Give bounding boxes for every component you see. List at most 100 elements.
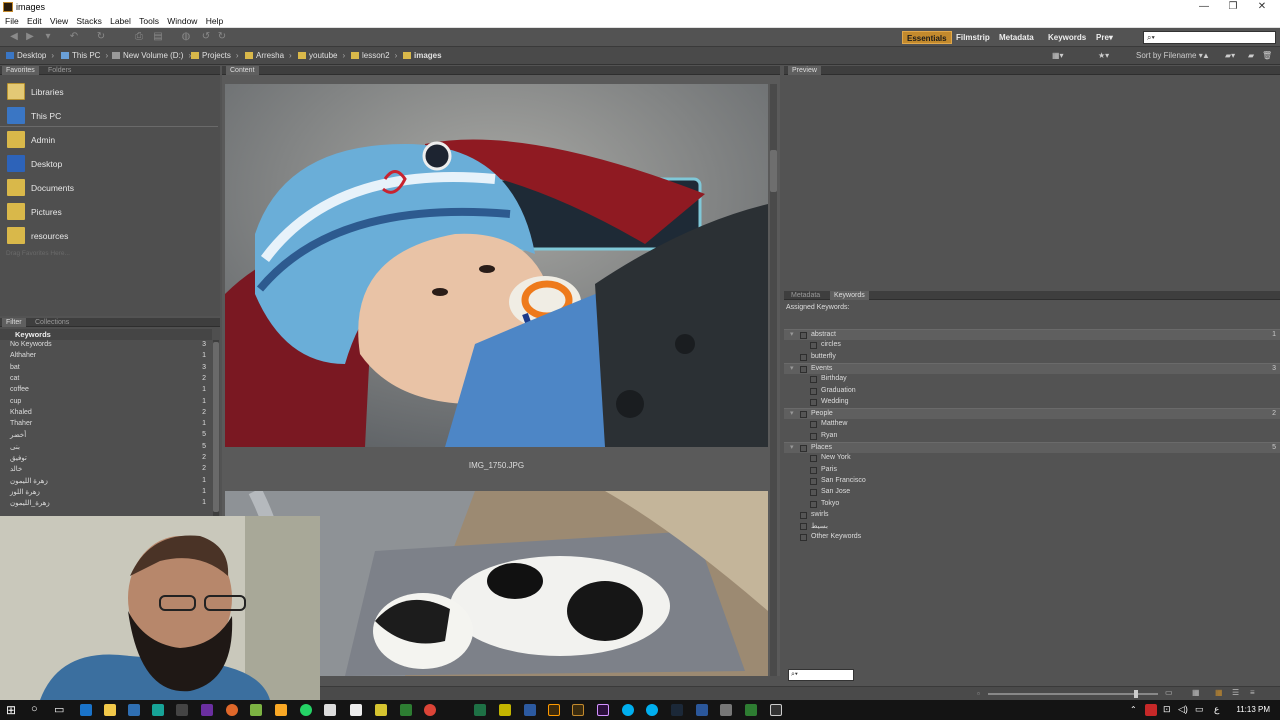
- search-input[interactable]: ⌕▾: [1143, 31, 1276, 44]
- breadcrumb-volume[interactable]: New Volume (D:) ›: [112, 51, 191, 60]
- network-icon[interactable]: ⊡: [1163, 704, 1171, 715]
- view-thumbnails-icon[interactable]: ▦: [1215, 688, 1223, 697]
- menu-edit[interactable]: Edit: [27, 15, 42, 28]
- menu-file[interactable]: File: [5, 15, 19, 28]
- tab-folders[interactable]: Folders: [44, 66, 75, 75]
- filter-keywords-header[interactable]: Keywords: [0, 329, 212, 340]
- filter-keyword-row[interactable]: زهرة_الليمون 1: [0, 498, 212, 509]
- filter-keyword-row[interactable]: خالد 2: [0, 464, 212, 475]
- keyword-row[interactable]: New York: [784, 453, 1280, 464]
- filter-keyword-row[interactable]: coffee 1: [0, 385, 212, 396]
- workspace-more[interactable]: Pre▾: [1092, 31, 1117, 44]
- favorite-resources[interactable]: resources: [0, 224, 220, 247]
- taskbar-clock[interactable]: 11:13 PM: [1236, 705, 1270, 714]
- keyword-row[interactable]: Paris: [784, 465, 1280, 476]
- keyword-checkbox[interactable]: [800, 511, 807, 519]
- keyword-row[interactable]: San Francisco: [784, 476, 1280, 487]
- keyword-checkbox[interactable]: [800, 353, 807, 361]
- edge-icon[interactable]: [80, 704, 92, 716]
- keyword-checkbox[interactable]: [800, 523, 807, 531]
- keyword-checkbox[interactable]: [800, 365, 807, 373]
- keyword-row[interactable]: swirls: [784, 510, 1280, 521]
- menu-window[interactable]: Window: [167, 15, 197, 28]
- whatsapp-icon[interactable]: [300, 704, 312, 716]
- menu-help[interactable]: Help: [206, 15, 223, 28]
- refine-icon[interactable]: ▤: [152, 32, 164, 42]
- skype-icon[interactable]: [646, 704, 658, 716]
- bridge-taskbar-icon[interactable]: [572, 704, 584, 716]
- tray-app-icon[interactable]: [1145, 704, 1157, 716]
- windows-start-icon[interactable]: ⊞: [6, 703, 16, 717]
- filter-scrollbar[interactable]: [213, 340, 219, 518]
- favorite-libraries[interactable]: Libraries: [0, 80, 220, 103]
- sort-ascending-icon[interactable]: ▲: [1202, 51, 1210, 60]
- file-explorer-icon[interactable]: [104, 704, 116, 716]
- keyword-checkbox[interactable]: [800, 445, 807, 452]
- app-icon[interactable]: [250, 704, 262, 716]
- keyword-checkbox[interactable]: [810, 500, 817, 508]
- recent-dropdown-icon[interactable]: ▾: [42, 32, 54, 42]
- filter-keyword-row[interactable]: Althaher 1: [0, 351, 212, 362]
- filter-rating-icon[interactable]: ★▾: [1098, 51, 1109, 60]
- favorite-admin[interactable]: Admin: [0, 128, 220, 151]
- keyword-row[interactable]: Ryan: [784, 431, 1280, 442]
- keyword-checkbox[interactable]: [810, 387, 817, 395]
- camtasia-icon[interactable]: [770, 704, 782, 716]
- rotate-left-icon[interactable]: ↺: [200, 32, 212, 42]
- app-icon[interactable]: [152, 704, 164, 716]
- filter-keyword-row[interactable]: توفيق 2: [0, 453, 212, 464]
- keyword-checkbox[interactable]: [800, 411, 807, 419]
- view-details-icon[interactable]: ☰: [1232, 688, 1239, 697]
- breadcrumb-this-pc[interactable]: This PC ›: [61, 51, 108, 60]
- workspace-filmstrip[interactable]: Filmstrip: [952, 31, 994, 44]
- keyword-row[interactable]: Tokyo: [784, 499, 1280, 510]
- keyword-checkbox[interactable]: [810, 489, 817, 497]
- keyword-checkbox[interactable]: [810, 466, 817, 474]
- view-list-icon[interactable]: ≡: [1250, 688, 1255, 697]
- tray-chevron-icon[interactable]: ⌃: [1130, 705, 1137, 714]
- keyword-row[interactable]: San Jose: [784, 487, 1280, 498]
- keyword-checkbox[interactable]: [810, 477, 817, 485]
- workspace-keywords[interactable]: Keywords: [1044, 31, 1090, 44]
- app-icon[interactable]: [275, 704, 287, 716]
- keyword-row[interactable]: بسيط: [784, 521, 1280, 532]
- rotate-icon[interactable]: ↻: [95, 32, 107, 42]
- open-recent-icon[interactable]: ◍: [180, 32, 192, 42]
- rotate-right-icon[interactable]: ↻: [216, 32, 228, 42]
- keyword-row[interactable]: Graduation: [784, 386, 1280, 397]
- breadcrumb-projects[interactable]: Projects ›: [191, 51, 239, 60]
- skype-icon[interactable]: [622, 704, 634, 716]
- app-icon[interactable]: [524, 704, 536, 716]
- disclosure-triangle-icon[interactable]: ▾: [790, 409, 794, 417]
- delete-icon[interactable]: 🗑: [1262, 51, 1272, 60]
- premiere-icon[interactable]: [597, 704, 609, 716]
- close-button[interactable]: ✕: [1247, 0, 1277, 15]
- visual-studio-icon[interactable]: [201, 704, 213, 716]
- mail-icon[interactable]: [350, 704, 362, 716]
- keyword-row[interactable]: Birthday: [784, 374, 1280, 385]
- menu-view[interactable]: View: [50, 15, 68, 28]
- keyword-checkbox[interactable]: [810, 398, 817, 406]
- workspace-essentials[interactable]: Essentials: [902, 31, 952, 44]
- breadcrumb-images[interactable]: images: [403, 51, 442, 60]
- disclosure-triangle-icon[interactable]: ▾: [790, 364, 794, 372]
- tab-collections[interactable]: Collections: [31, 318, 73, 327]
- app-icon[interactable]: [128, 704, 140, 716]
- minimize-button[interactable]: —: [1189, 0, 1219, 15]
- menu-tools[interactable]: Tools: [139, 15, 159, 28]
- firefox-icon[interactable]: [226, 704, 238, 716]
- keyword-search-input[interactable]: ⌕▾: [788, 669, 854, 681]
- keyword-group-row[interactable]: ▾ Events 3: [784, 362, 1280, 374]
- keyword-group-row[interactable]: ▾ People 2: [784, 408, 1280, 420]
- open-recent-folder-icon[interactable]: ▰▾: [1225, 51, 1235, 60]
- filter-keyword-row[interactable]: بنى 5: [0, 442, 212, 453]
- disclosure-triangle-icon[interactable]: ▾: [790, 443, 794, 451]
- tab-content[interactable]: Content: [226, 66, 259, 75]
- back-icon[interactable]: ◀: [8, 32, 20, 42]
- favorite-desktop[interactable]: Desktop: [0, 152, 220, 175]
- word-icon[interactable]: [696, 704, 708, 716]
- app-icon[interactable]: [176, 704, 188, 716]
- filter-keyword-row[interactable]: bat 3: [0, 363, 212, 374]
- keyword-checkbox[interactable]: [810, 421, 817, 429]
- filter-keyword-row[interactable]: Thaher 1: [0, 419, 212, 430]
